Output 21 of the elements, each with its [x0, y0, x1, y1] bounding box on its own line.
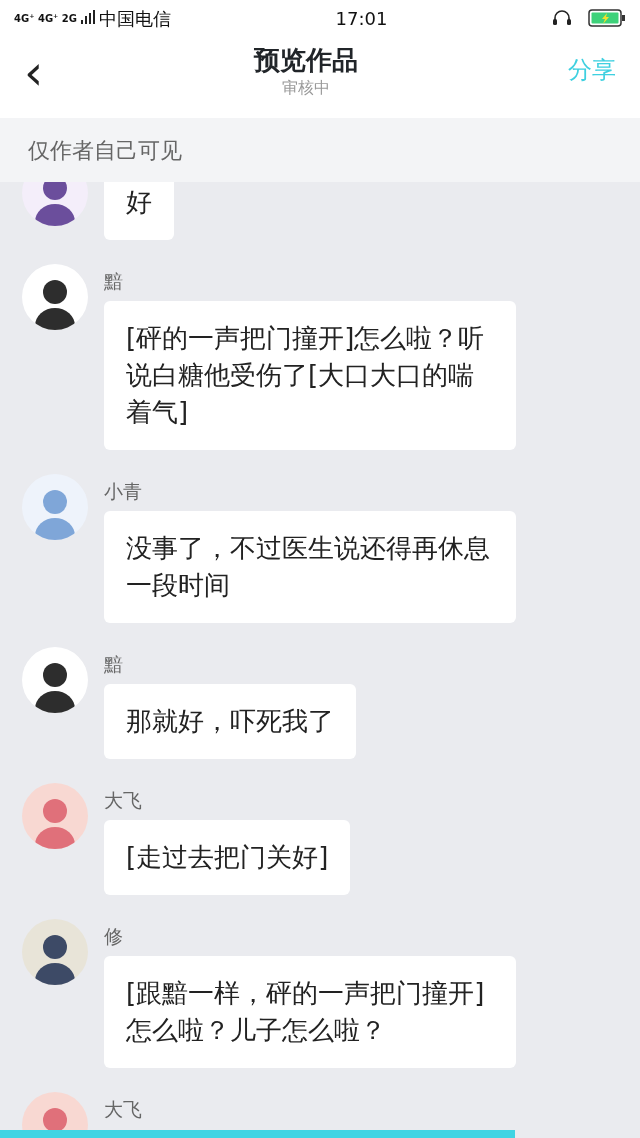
signal-icon	[81, 10, 96, 26]
sender-name: 黯	[104, 652, 123, 677]
sender-name: 黯	[104, 269, 123, 294]
sender-name: 大飞	[104, 1097, 142, 1122]
message-bubble: 好	[104, 182, 174, 240]
network-indicator: 4G⁺ 4G⁺ 2G	[14, 11, 78, 26]
sender-name: 大飞	[104, 788, 142, 813]
visibility-notice: 仅作者自己可见	[28, 136, 182, 165]
headset-icon	[552, 9, 572, 27]
sender-name: 修	[104, 924, 123, 949]
sender-name: 小青	[104, 479, 142, 504]
message-bubble: [跟黯一样，砰的一声把门撞开]怎么啦？儿子怎么啦？	[104, 956, 516, 1068]
message-bubble: [走过去把门关好]	[104, 820, 351, 895]
status-label: 审核中	[281, 77, 330, 99]
clock: 17:01	[335, 7, 388, 29]
page-title: 预览作品	[253, 44, 358, 76]
message-bubble: 那就好，吓死我了	[104, 684, 356, 759]
back-button[interactable]: ‹	[24, 52, 44, 100]
carrier-name: 中国电信	[99, 6, 172, 31]
message-bubble: 没事了，不过医生说还得再休息一段时间	[104, 511, 516, 623]
message-bubble: [砰的一声把门撞开]怎么啦？听说白糖他受伤了[大口大口的喘着气]	[104, 301, 516, 450]
